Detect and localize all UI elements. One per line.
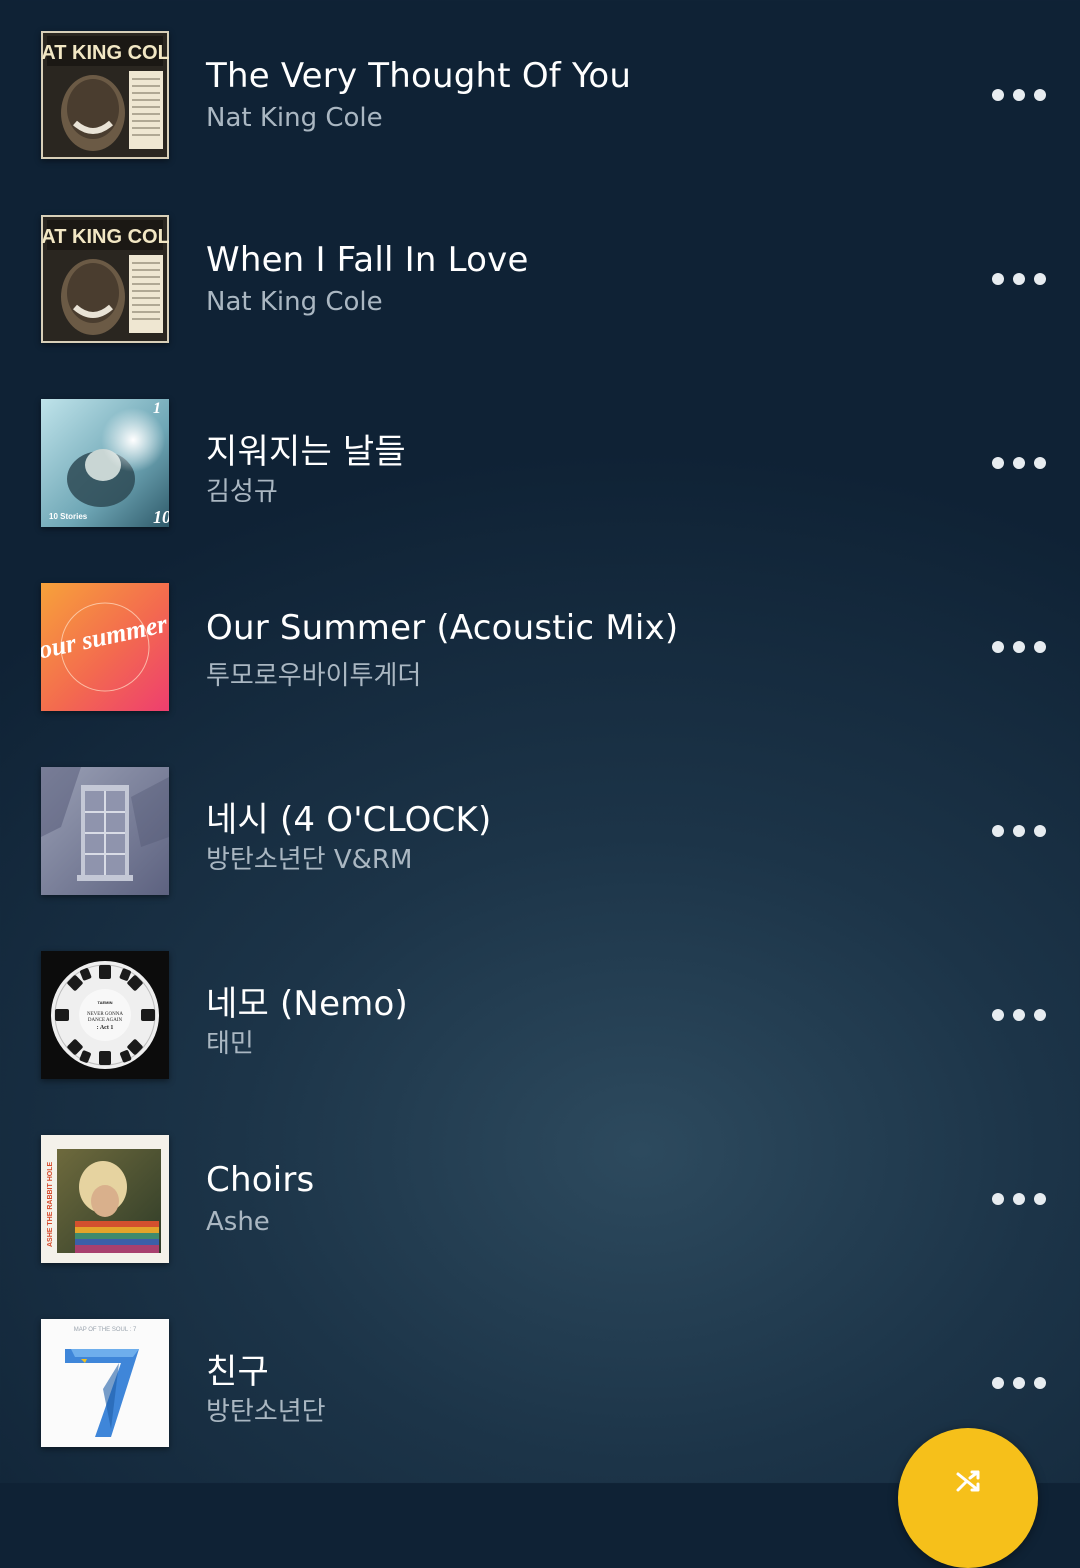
our-summer-album-art: our summer [41, 583, 169, 711]
song-row[interactable]: 10 Stories 10 1 지워지는 날들 김성규 [0, 368, 1080, 552]
song-row[interactable]: ASHE THE RABBIT HOLE Choirs Ashe [0, 1104, 1080, 1288]
album-cover-lettering: NAT KING COLE [41, 42, 169, 64]
more-options-icon[interactable] [992, 1372, 1046, 1394]
song-row[interactable]: MAP OF THE SOUL : 7 7 친구 방탄소년단 [0, 1288, 1080, 1472]
album-cover-lettering: 10 Stories [49, 512, 88, 521]
song-title[interactable]: 네모 (Nemo) [206, 976, 408, 1025]
song-title[interactable]: 친구 [206, 1344, 269, 1393]
song-title[interactable]: Our Summer (Acoustic Mix) [206, 608, 678, 648]
4-oclock-album-art [41, 767, 169, 895]
more-options-icon[interactable] [992, 452, 1046, 474]
the-rabbit-hole-album-art: ASHE THE RABBIT HOLE [41, 1135, 169, 1263]
more-options-icon[interactable] [992, 84, 1046, 106]
more-options-icon[interactable] [992, 268, 1046, 290]
more-options-icon[interactable] [992, 636, 1046, 658]
10-stories-album-art: 10 Stories 10 1 [41, 399, 169, 527]
song-artist: 투모로우바이투게더 [206, 661, 422, 691]
song-title[interactable]: The Very Thought Of You [206, 56, 631, 96]
svg-text:10: 10 [153, 507, 169, 527]
song-row[interactable]: NAT KING COLE When I Fall In Love Nat Ki… [0, 184, 1080, 368]
shuffle-icon [956, 1470, 980, 1492]
svg-text:NEVER GONNA: NEVER GONNA [87, 1012, 123, 1017]
song-artist: 태민 [206, 1029, 254, 1059]
map-of-the-soul-7-album-art: MAP OF THE SOUL : 7 7 [41, 1319, 169, 1447]
song-artist: Ashe [206, 1207, 270, 1237]
song-title[interactable]: When I Fall In Love [206, 240, 529, 280]
song-row[interactable]: our summer Our Summer (Acoustic Mix) 투모로… [0, 552, 1080, 736]
svg-text:DANCE AGAIN: DANCE AGAIN [88, 1018, 123, 1023]
album-cover-lettering: TAEMIN [97, 1000, 112, 1005]
never-gonna-dance-again-album-art: TAEMIN NEVER GONNA DANCE AGAIN : Act 1 [41, 951, 169, 1079]
more-options-icon[interactable] [992, 1004, 1046, 1026]
album-cover-lettering: NAT KING COLE [41, 226, 169, 248]
svg-text:MAP OF THE SOUL : 7: MAP OF THE SOUL : 7 [74, 1327, 137, 1333]
song-artist: Nat King Cole [206, 287, 383, 317]
song-row[interactable]: TAEMIN NEVER GONNA DANCE AGAIN : Act 1 네… [0, 920, 1080, 1104]
nat-king-cole-album-art: NAT KING COLE [41, 215, 169, 343]
svg-text:1: 1 [153, 400, 161, 417]
shuffle-button[interactable] [898, 1428, 1038, 1568]
song-artist: Nat King Cole [206, 103, 383, 133]
song-row[interactable]: NAT KING COLE The Very Thought Of You Na… [0, 0, 1080, 184]
nat-king-cole-album-art: NAT KING COLE [41, 31, 169, 159]
album-cover-lettering: ASHE THE RABBIT HOLE [47, 1162, 54, 1248]
more-options-icon[interactable] [992, 820, 1046, 842]
song-artist: 김성규 [206, 477, 278, 507]
song-artist: 방탄소년단 [206, 1397, 326, 1427]
svg-text:: Act 1: : Act 1 [97, 1025, 114, 1031]
song-title[interactable]: 지워지는 날들 [206, 424, 406, 473]
song-title[interactable]: 네시 (4 O'CLOCK) [206, 792, 492, 841]
song-title[interactable]: Choirs [206, 1160, 314, 1200]
song-row[interactable]: 네시 (4 O'CLOCK) 방탄소년단 V&RM [0, 736, 1080, 920]
song-artist: 방탄소년단 V&RM [206, 845, 413, 875]
more-options-icon[interactable] [992, 1188, 1046, 1210]
